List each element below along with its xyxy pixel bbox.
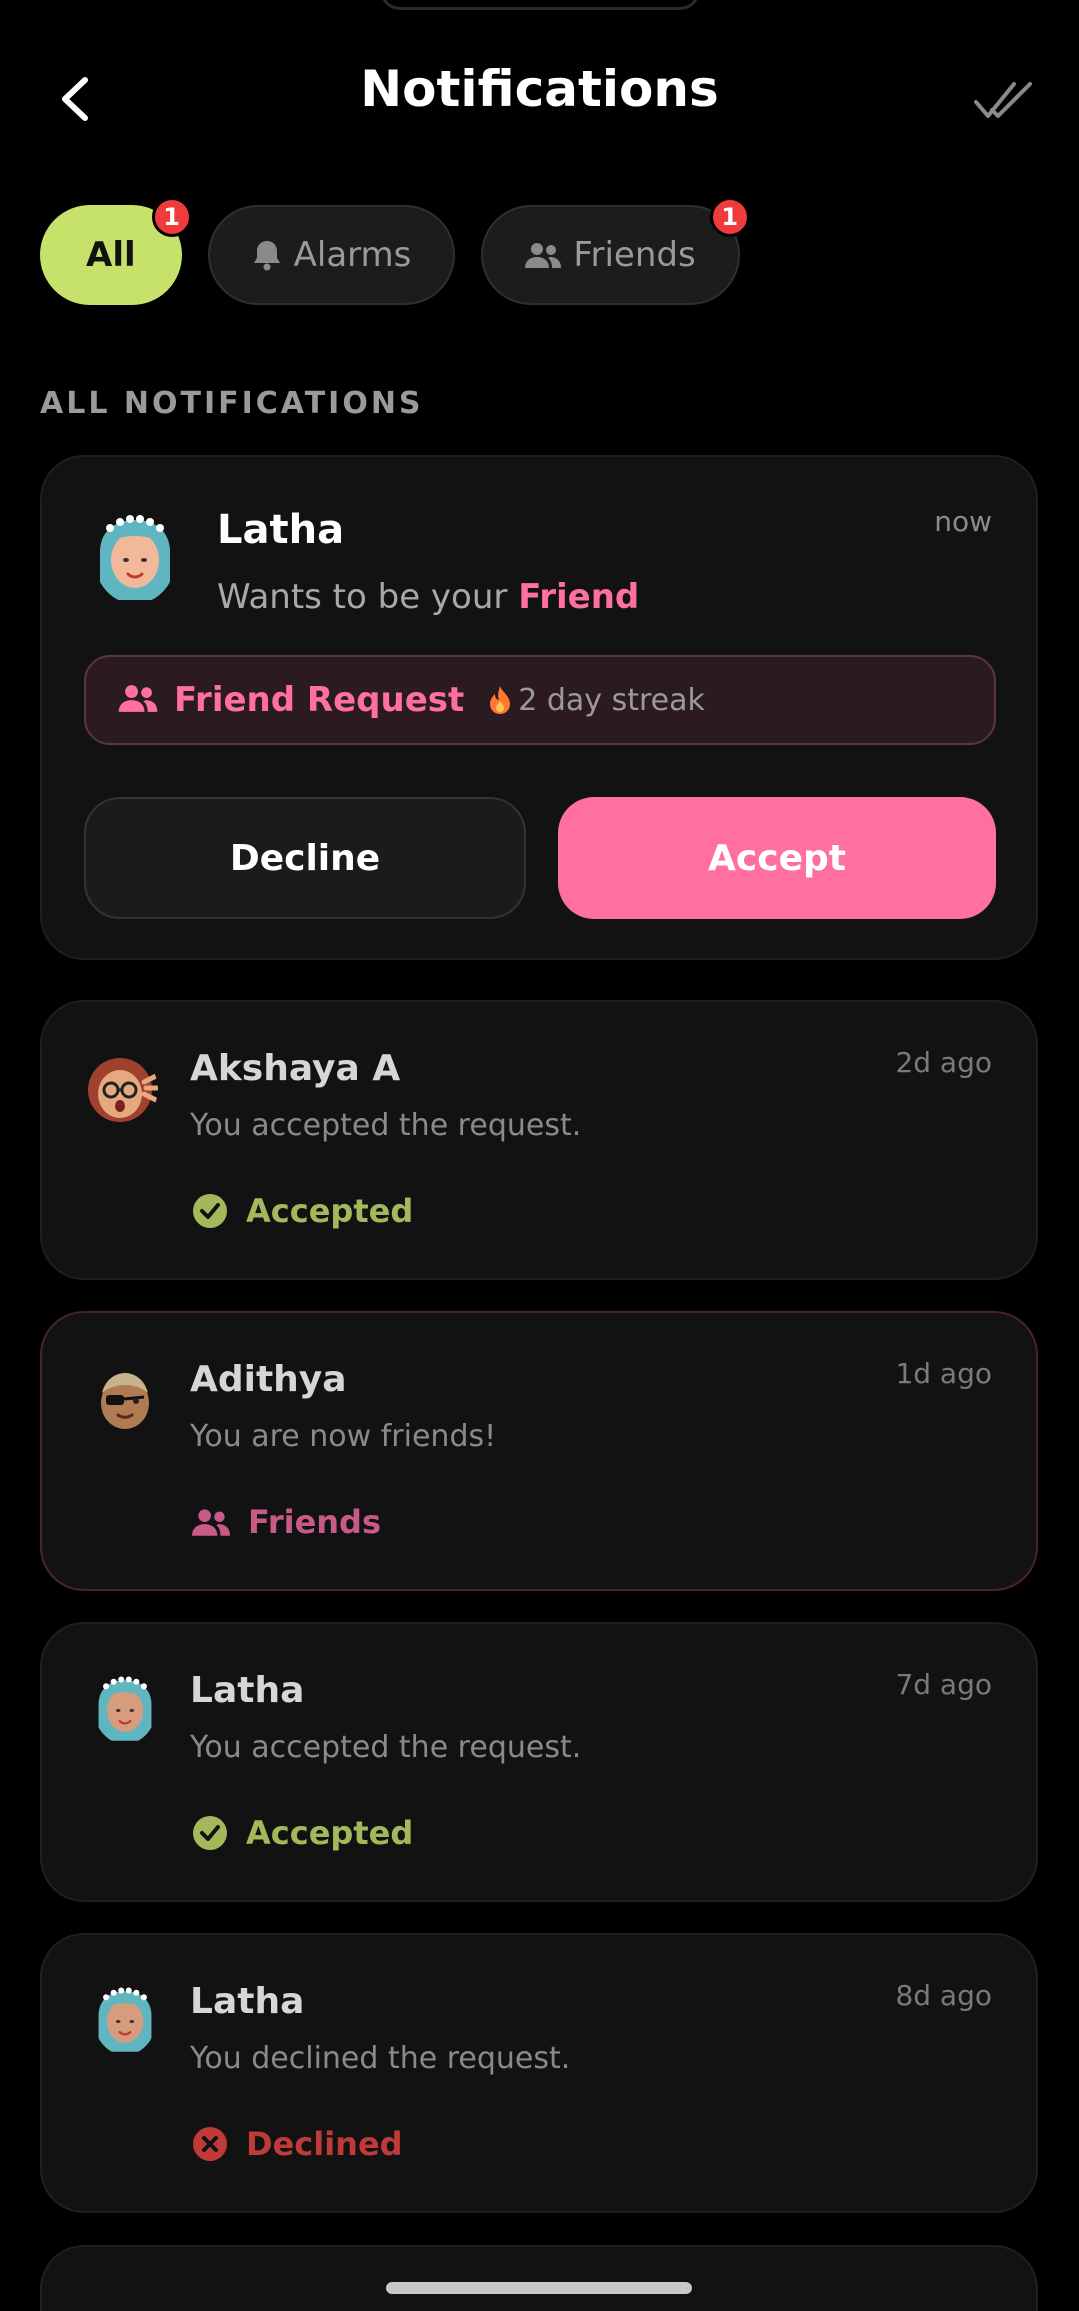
check-circle-icon [192,1815,228,1851]
notification-card[interactable]: Adithya 1d ago You are now friends! Frie… [40,1311,1038,1591]
count-badge: 1 [709,197,750,237]
sender-name: Akshaya A [190,1048,401,1089]
streak-text: 2 day streak [518,682,705,718]
notification-message: You declined the request. [190,2041,571,2076]
avatar [94,1674,156,1744]
fire-icon [488,685,512,715]
chip-label: All [86,235,136,275]
filter-chip-friends[interactable]: Friends 1 [481,197,750,305]
status-badge: Accepted [192,1192,413,1230]
people-icon [118,683,158,717]
section-title: ALL NOTIFICATIONS [40,386,424,421]
check-circle-icon [192,1193,228,1229]
request-message: Wants to be your Friend [217,577,639,617]
notification-card[interactable]: Latha 7d ago You accepted the request. A… [40,1622,1038,1902]
notification-card[interactable]: Akshaya A 2d ago You accepted the reques… [40,1000,1038,1280]
notification-message: You are now friends! [190,1419,497,1454]
timestamp: now [934,505,992,538]
double-check-icon [974,82,1032,118]
notification-card[interactable]: Latha 8d ago You declined the request. D… [40,1933,1038,2213]
message-text: Wants to be your [217,577,519,617]
mark-all-read-button[interactable] [969,70,1039,130]
home-indicator[interactable] [386,2282,692,2294]
avatar [94,1985,156,2055]
header: Notifications [0,40,1079,150]
bell-icon [252,239,282,271]
sender-name: Latha [190,1981,305,2022]
timestamp: 1d ago [895,1357,992,1390]
status-label: Friends [248,1503,381,1541]
notification-message: You accepted the request. [190,1108,582,1143]
timestamp: 7d ago [895,1668,992,1701]
notification-card-peek [40,2245,1038,2311]
people-icon [192,1507,230,1537]
chip-label: Friends [573,235,696,275]
filter-chip-alarms[interactable]: Alarms [207,205,456,305]
decline-button[interactable]: Decline [84,797,526,919]
avatar [84,1052,158,1126]
chip-label: Alarms [293,235,412,275]
status-label: Declined [246,2125,403,2163]
friend-request-banner: Friend Request 2 day streak [84,655,996,745]
status-label: Accepted [246,1814,414,1852]
x-circle-icon [192,2126,228,2162]
count-badge: 1 [151,197,192,237]
status-badge: Accepted [192,1814,413,1852]
sender-name: Latha [217,507,345,553]
avatar [94,512,176,604]
sender-name: Adithya [190,1359,347,1400]
request-label: Friend Request [174,680,465,720]
friend-request-card: Latha now Wants to be your Friend Friend… [40,455,1038,960]
timestamp: 8d ago [895,1979,992,2012]
status-badge: Declined [192,2125,403,2163]
accept-button[interactable]: Accept [558,797,996,919]
avatar [94,1369,156,1431]
message-highlight: Friend [518,577,640,617]
filter-chip-all[interactable]: All 1 [40,197,192,305]
top-pill-edge [380,0,700,10]
status-label: Accepted [246,1192,414,1230]
page-title: Notifications [360,60,719,118]
status-badge: Friends [192,1503,381,1541]
notification-message: You accepted the request. [190,1730,582,1765]
people-icon [525,241,562,269]
filter-chips: All 1 Alarms Friends 1 [40,197,750,305]
timestamp: 2d ago [895,1046,992,1079]
sender-name: Latha [190,1670,305,1711]
